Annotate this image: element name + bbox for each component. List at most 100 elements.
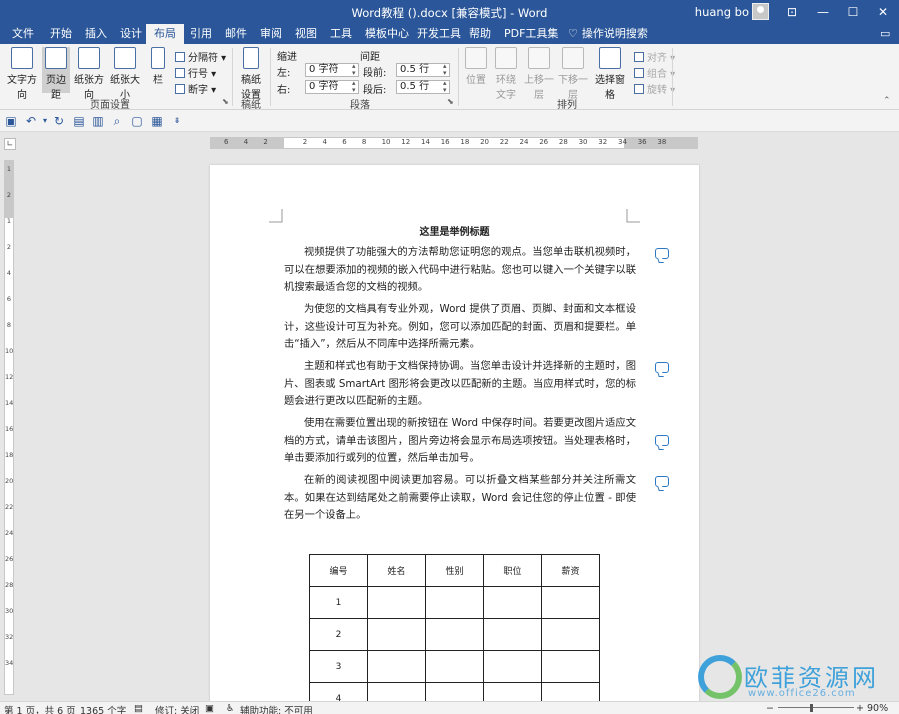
line-numbers-button[interactable]: 行号 ▾ [175,65,216,80]
accessibility-icon[interactable]: ♿ [226,703,235,714]
table-cell[interactable] [425,650,484,683]
word-count[interactable]: 1365 个字 [80,703,126,714]
paragraph-5[interactable]: 在新的阅读视图中阅读更加容易。可以折叠文档某些部分并关注所需文本。如果在达到结尾… [284,472,636,525]
collapse-ribbon-icon[interactable]: ⌃ [883,96,891,106]
indent-right-input[interactable]: 0 字符 [305,80,359,94]
tab-mailings[interactable]: 邮件 [217,24,255,44]
page-setup-launcher-icon[interactable]: ⬊ [222,97,229,106]
tab-template-center[interactable]: 模板中心 [357,24,417,44]
undo-dropdown-icon[interactable]: ▾ [38,114,52,128]
orientation-button[interactable]: 纸张方向 [72,47,106,101]
table-header-cell[interactable]: 姓名 [367,554,426,587]
tab-developer[interactable]: 开发工具 [409,24,469,44]
send-backward-button[interactable]: 下移一层 [557,47,589,101]
comment-icon[interactable] [655,435,669,446]
paragraph-2[interactable]: 为使您的文档具有专业外观，Word 提供了页眉、页脚、封面和文本框设计，这些设计… [284,301,636,354]
selection-pane-button[interactable]: 选择窗格 [592,47,628,101]
tab-design[interactable]: 设计 [112,24,150,44]
table-cell[interactable] [425,618,484,651]
page-count[interactable]: 第 1 页，共 6 页 [4,703,76,714]
zoom-icon[interactable]: ▢ [130,114,144,128]
accessibility-status[interactable]: 辅助功能: 不可用 [240,703,313,714]
close-button[interactable]: ✕ [868,2,898,22]
table-cell[interactable] [483,650,542,683]
redo-icon[interactable]: ↻ [52,114,66,128]
user-name[interactable]: huang bo [695,5,749,19]
paragraph-launcher-icon[interactable]: ⬊ [447,97,454,106]
read-mode-icon[interactable]: ⌕ [110,114,124,128]
table-cell[interactable] [541,586,600,619]
tab-selector-icon[interactable]: ∟ [4,138,16,150]
document-icon[interactable]: ▦ [150,114,164,128]
table-cell[interactable]: 2 [309,618,368,651]
zoom-out-button[interactable]: − [766,703,774,714]
spacing-after-input[interactable]: 0.5 行 [396,80,450,94]
zoom-slider[interactable] [778,707,854,708]
document-title[interactable]: 这里是举例标题 [210,223,699,238]
avatar[interactable] [752,3,769,20]
table-cell[interactable] [483,618,542,651]
comment-icon[interactable] [655,248,669,259]
table-header-cell[interactable]: 性别 [425,554,484,587]
vertical-ruler[interactable]: 1 2 1 2 4 6 8 10 12 14 16 18 20 22 24 26 28 30 32 34 [4,160,14,695]
tell-me-search[interactable]: ♡ 操作说明搜索 [560,24,656,44]
spacing-before-input[interactable]: 0.5 行 [396,63,450,77]
table-header-cell[interactable]: 职位 [483,554,542,587]
position-button[interactable]: 位置 [463,47,489,86]
group-button[interactable]: 组合 ▾ [634,65,675,80]
paragraph-3[interactable]: 主题和样式也有助于文档保持协调。当您单击设计并选择新的主题时，图片、图表或 Sm… [284,358,636,411]
proofing-icon[interactable]: ▤ [134,703,143,714]
document-table[interactable]: 编号 姓名 性别 职位 薪资 1 2 3 4 [309,554,600,705]
bring-forward-button[interactable]: 上移一层 [523,47,555,101]
table-cell[interactable] [541,618,600,651]
rotate-button[interactable]: 旋转 ▾ [634,81,675,96]
zoom-level[interactable]: 90% [867,703,888,714]
table-cell[interactable] [367,618,426,651]
table-cell[interactable] [541,650,600,683]
document-page[interactable]: 这里是举例标题 视频提供了功能强大的方法帮助您证明您的观点。当您单击联机视频时，… [210,165,699,705]
paragraph-4[interactable]: 使用在需要位置出现的新按钮在 Word 中保存时间。若要更改图片适应文档的方式，… [284,415,636,468]
track-changes-status[interactable]: 修订: 关闭 [155,703,199,714]
table-cell[interactable] [483,586,542,619]
hyphenation-button[interactable]: 断字 ▾ [175,81,216,96]
print-preview-icon[interactable]: ▤ [72,114,86,128]
draft-paper-button[interactable]: 稿纸设置 [238,47,264,101]
align-button[interactable]: 对齐 ▾ [634,49,675,64]
paragraph-1[interactable]: 视频提供了功能强大的方法帮助您证明您的观点。当您单击联机视频时，可以在想要添加的… [284,244,636,297]
table-cell[interactable]: 3 [309,650,368,683]
horizontal-ruler[interactable]: 6 4 2 2 4 6 8 10 12 14 16 18 20 22 24 26 28 30 32 34 36 38 [210,137,698,149]
print-icon[interactable]: ▥ [91,114,105,128]
margins-button[interactable]: 页边距 [42,47,70,101]
tab-home[interactable]: 开始 [42,24,80,44]
tab-layout[interactable]: 布局 [146,24,184,44]
maximize-button[interactable]: ☐ [838,2,868,22]
save-icon[interactable]: ▣ [4,114,18,128]
tab-references[interactable]: 引用 [182,24,220,44]
table-cell[interactable] [367,650,426,683]
tab-tools[interactable]: 工具 [322,24,360,44]
macro-icon[interactable]: ▣ [205,703,214,714]
breaks-button[interactable]: 分隔符 ▾ [175,49,226,64]
comment-icon[interactable] [655,362,669,373]
tab-pdf-tools[interactable]: PDF工具集 [496,24,566,44]
indent-left-input[interactable]: 0 字符 [305,63,359,77]
table-cell[interactable]: 1 [309,586,368,619]
columns-button[interactable]: 栏 [147,47,169,86]
table-header-cell[interactable]: 编号 [309,554,368,587]
comments-icon[interactable]: ▭ [872,24,898,44]
undo-icon[interactable]: ↶ [24,114,38,128]
table-header-cell[interactable]: 薪资 [541,554,600,587]
comment-icon[interactable] [655,476,669,487]
table-cell[interactable] [425,586,484,619]
size-button[interactable]: 纸张大小 [107,47,143,101]
tab-file[interactable]: 文件 [4,24,42,44]
zoom-slider-thumb[interactable] [810,704,813,712]
tab-help[interactable]: 帮助 [461,24,499,44]
ribbon-display-options-icon[interactable]: ⊡ [777,2,807,22]
vertical-scrollbar[interactable] [884,160,899,700]
tab-view[interactable]: 视图 [287,24,325,44]
text-direction-button[interactable]: 文字方向 [4,47,40,101]
table-cell[interactable] [367,586,426,619]
minimize-button[interactable]: — [808,2,838,22]
tab-insert[interactable]: 插入 [77,24,115,44]
